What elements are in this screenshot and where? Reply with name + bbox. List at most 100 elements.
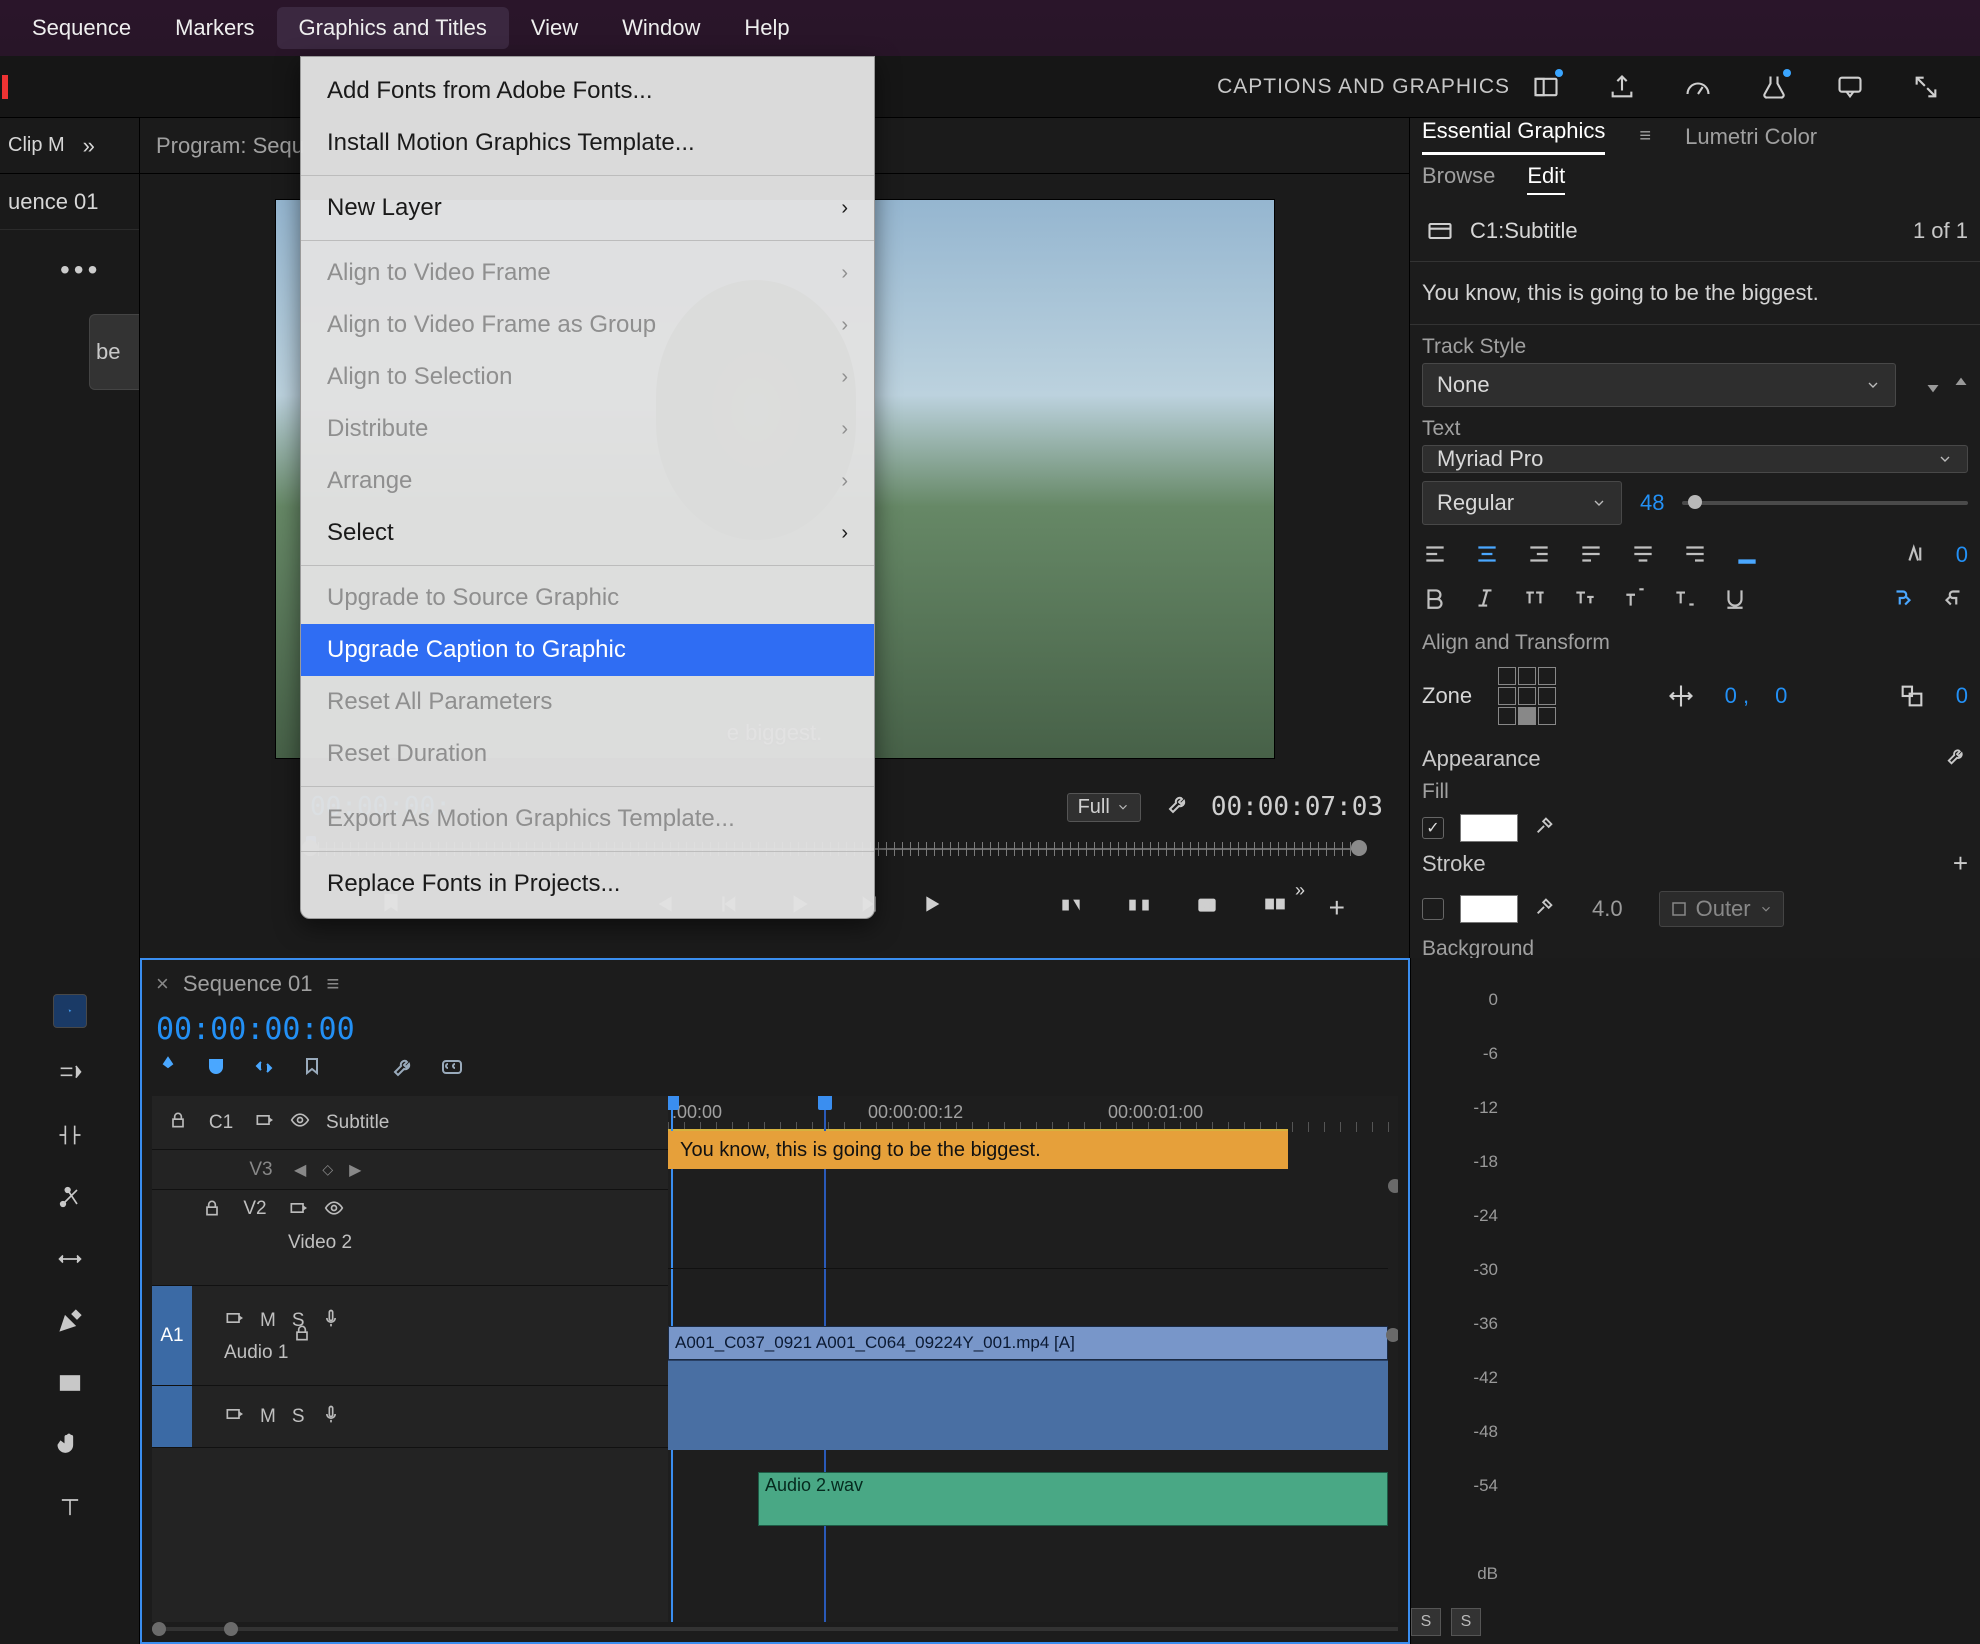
zoom-handle-left[interactable] bbox=[152, 1622, 166, 1636]
menu-replace-fonts[interactable]: Replace Fonts in Projects... bbox=[301, 858, 874, 910]
scale-value[interactable]: 0 bbox=[1956, 683, 1968, 709]
caption-track-label[interactable]: C1:Subtitle bbox=[1470, 218, 1578, 244]
solo-button[interactable]: S bbox=[292, 1406, 305, 1428]
font-family-select[interactable]: Myriad Pro bbox=[1422, 445, 1968, 473]
compare-button[interactable] bbox=[1262, 891, 1292, 921]
workspace-icon[interactable] bbox=[1528, 69, 1564, 105]
extract-button[interactable] bbox=[1126, 891, 1156, 921]
voice-record-icon[interactable] bbox=[321, 1308, 341, 1334]
menu-graphics-and-titles[interactable]: Graphics and Titles bbox=[277, 7, 509, 49]
meter-solo-right[interactable]: S bbox=[1451, 1608, 1481, 1636]
selection-tool[interactable] bbox=[53, 994, 87, 1028]
timeline-hscroll[interactable] bbox=[152, 1622, 1398, 1636]
mute-button[interactable]: M bbox=[260, 1406, 276, 1428]
menu-view[interactable]: View bbox=[509, 7, 600, 49]
zoom-handle-right[interactable] bbox=[224, 1622, 238, 1636]
video-clip[interactable]: A001_C037_0921 A001_C064_09224Y_001.mp4 … bbox=[668, 1326, 1388, 1360]
export-icon[interactable] bbox=[1604, 69, 1640, 105]
workspace-label[interactable]: CAPTIONS AND GRAPHICS bbox=[1217, 75, 1510, 99]
export-frame-button[interactable] bbox=[1194, 891, 1224, 921]
gauge-icon[interactable] bbox=[1680, 69, 1716, 105]
timeline-sequence-tab[interactable]: Sequence 01 bbox=[183, 971, 313, 997]
pos-y-value[interactable]: 0 bbox=[1775, 683, 1787, 709]
zoom-select[interactable]: Full bbox=[1067, 793, 1141, 822]
fill-eyedropper-icon[interactable] bbox=[1534, 814, 1556, 842]
audio-clip-a1[interactable] bbox=[668, 1360, 1388, 1450]
italic-icon[interactable] bbox=[1472, 585, 1500, 613]
smallcaps-icon[interactable] bbox=[1572, 585, 1600, 613]
pen-tool[interactable] bbox=[53, 1304, 87, 1338]
appearance-wrench-icon[interactable] bbox=[1946, 743, 1968, 774]
panel-options-icon[interactable]: ••• bbox=[0, 230, 139, 298]
trackstyle-push-down[interactable] bbox=[1922, 374, 1944, 396]
meter-solo-left[interactable]: S bbox=[1411, 1608, 1441, 1636]
scale-icon[interactable] bbox=[1894, 678, 1930, 714]
snap-icon[interactable] bbox=[156, 1055, 180, 1085]
justify-last-left-icon[interactable] bbox=[1578, 541, 1606, 569]
captions-icon[interactable] bbox=[440, 1055, 464, 1085]
slip-tool[interactable] bbox=[53, 1242, 87, 1276]
font-style-select[interactable]: Regular bbox=[1422, 481, 1622, 525]
fill-color-swatch[interactable] bbox=[1460, 814, 1518, 842]
track-v3-label[interactable]: V3 bbox=[244, 1159, 278, 1181]
settings-wrench-icon[interactable] bbox=[1167, 792, 1191, 822]
trackstyle-select[interactable]: None bbox=[1422, 363, 1896, 407]
linked-selection-icon[interactable] bbox=[252, 1055, 276, 1085]
transport-more-icon[interactable]: » bbox=[1295, 880, 1305, 901]
stroke-width-value[interactable]: 4.0 bbox=[1592, 896, 1623, 922]
subtab-edit[interactable]: Edit bbox=[1527, 163, 1565, 195]
kerning-value[interactable]: 0 bbox=[1956, 542, 1968, 568]
menu-select[interactable]: Select› bbox=[301, 507, 874, 559]
fullscreen-icon[interactable] bbox=[1908, 69, 1944, 105]
lock-icon[interactable] bbox=[168, 1110, 188, 1136]
mute-button[interactable]: M bbox=[260, 1310, 276, 1332]
prev-keyframe-icon[interactable]: ◀ bbox=[294, 1160, 306, 1180]
menu-help[interactable]: Help bbox=[722, 7, 811, 49]
eye-icon[interactable] bbox=[324, 1198, 344, 1224]
beaker-icon[interactable] bbox=[1756, 69, 1792, 105]
track-output-icon[interactable] bbox=[224, 1308, 244, 1334]
bin-item[interactable]: be bbox=[89, 314, 139, 390]
caption-text-field[interactable]: You know, this is going to be the bigges… bbox=[1410, 261, 1980, 325]
caption-clip[interactable]: You know, this is going to be the bigges… bbox=[668, 1131, 1288, 1169]
align-left-icon[interactable] bbox=[1422, 541, 1450, 569]
hand-tool[interactable] bbox=[53, 1428, 87, 1462]
fill-checkbox[interactable] bbox=[1422, 817, 1444, 839]
chat-icon[interactable] bbox=[1832, 69, 1868, 105]
menu-install-mogrt[interactable]: Install Motion Graphics Template... bbox=[301, 117, 874, 169]
trackstyle-push-up[interactable] bbox=[1950, 374, 1972, 396]
ltr-icon[interactable] bbox=[1890, 585, 1918, 613]
font-size-slider[interactable] bbox=[1682, 501, 1968, 505]
subtab-browse[interactable]: Browse bbox=[1422, 163, 1495, 195]
menu-window[interactable]: Window bbox=[600, 7, 722, 49]
menu-upgrade-caption-to-graphic[interactable]: Upgrade Caption to Graphic bbox=[301, 624, 874, 676]
justify-last-center-icon[interactable] bbox=[1630, 541, 1658, 569]
align-right-icon[interactable] bbox=[1526, 541, 1554, 569]
type-tool[interactable] bbox=[53, 1490, 87, 1524]
track-output-icon[interactable] bbox=[288, 1198, 308, 1224]
pos-x-value[interactable]: 0 , bbox=[1725, 683, 1749, 709]
track-a1-target[interactable]: A1 bbox=[152, 1286, 192, 1385]
clip-handle[interactable] bbox=[1386, 1328, 1398, 1342]
clips-area[interactable]: :00:00 00:00:00:12 00:00:01:00 You know,… bbox=[668, 1096, 1398, 1622]
menu-sequence[interactable]: Sequence bbox=[10, 7, 153, 49]
align-center-icon[interactable] bbox=[1474, 541, 1502, 569]
font-size-value[interactable]: 48 bbox=[1640, 490, 1664, 516]
voice-record-icon[interactable] bbox=[321, 1404, 341, 1430]
marker-tool-icon[interactable] bbox=[300, 1055, 324, 1085]
track-output-icon[interactable] bbox=[254, 1110, 274, 1136]
underline-icon[interactable] bbox=[1722, 585, 1750, 613]
stroke-position-select[interactable]: Outer bbox=[1659, 891, 1784, 927]
go-to-out-button[interactable] bbox=[922, 891, 952, 921]
next-keyframe-icon[interactable]: ▶ bbox=[349, 1160, 361, 1180]
track-select-tool[interactable] bbox=[53, 1056, 87, 1090]
time-ruler[interactable]: :00:00 00:00:00:12 00:00:01:00 bbox=[668, 1096, 1398, 1132]
timeline-timecode[interactable]: 00:00:00:00 bbox=[142, 1008, 1408, 1051]
audio-clip-a2[interactable]: Audio 2.wav bbox=[758, 1472, 1388, 1526]
close-tab-icon[interactable]: × bbox=[156, 971, 169, 997]
track-v2-label[interactable]: V2 bbox=[238, 1198, 272, 1220]
eye-icon[interactable] bbox=[290, 1110, 310, 1136]
position-icon[interactable] bbox=[1663, 678, 1699, 714]
magnet-icon[interactable] bbox=[204, 1055, 228, 1085]
program-tab[interactable]: Program: Sequ bbox=[156, 133, 304, 159]
